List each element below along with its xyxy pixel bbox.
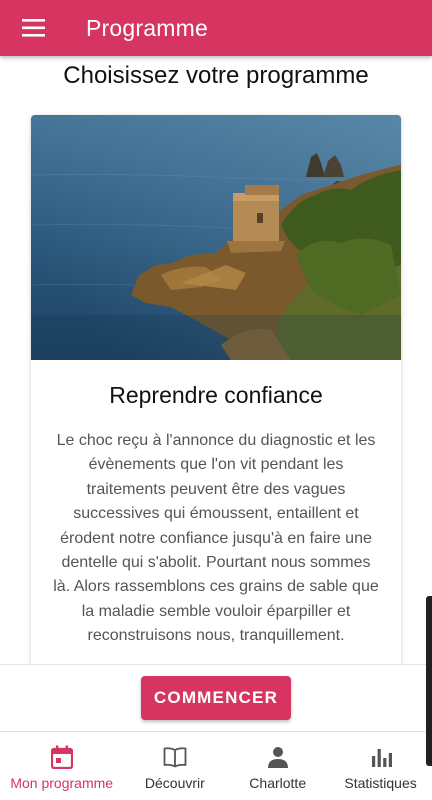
app-bar-title: Programme (86, 14, 208, 41)
nav-item-charlotte[interactable]: Charlotte (226, 732, 329, 800)
calendar-icon (50, 745, 73, 769)
menu-icon (22, 19, 45, 37)
nav-item-statistiques[interactable]: Statistiques (329, 732, 432, 800)
nav-item-mon-programme[interactable]: Mon programme (0, 732, 123, 800)
book-icon (163, 747, 187, 768)
card-description: Le choc reçu à l'annonce du diagnostic e… (53, 432, 379, 645)
start-button[interactable]: COMMENCER (141, 676, 291, 720)
main-content[interactable]: Choisissez votre programme Reprendre con… (0, 56, 432, 664)
program-card[interactable]: Reprendre confiance Le choc reçu à l'ann… (31, 115, 401, 664)
menu-button[interactable] (0, 0, 68, 56)
bar-chart-icon (371, 749, 392, 767)
app-bar: Programme (0, 0, 432, 56)
scroll-indicator[interactable] (426, 596, 432, 766)
nav-label: Charlotte (249, 775, 307, 791)
card-image (31, 115, 401, 360)
action-bar: COMMENCER (0, 664, 432, 731)
person-icon (267, 747, 288, 768)
nav-label: Mon programme (10, 775, 114, 791)
page-title: Choisissez votre programme (63, 62, 369, 89)
nav-label: Statistiques (344, 775, 417, 791)
nav-label: Découvrir (144, 775, 205, 791)
bottom-navigation: Mon programme Découvrir Charlotte Statis… (0, 731, 432, 800)
card-title: Reprendre confiance (109, 382, 323, 408)
nav-item-decouvrir[interactable]: Découvrir (123, 732, 226, 800)
